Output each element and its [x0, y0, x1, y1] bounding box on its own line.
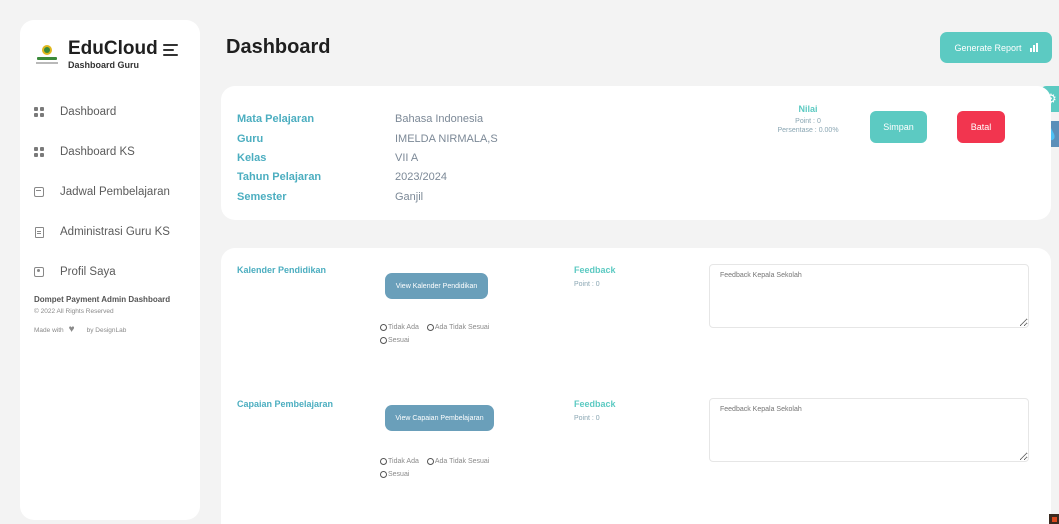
sidebar: EduCloud Dashboard Guru Dashboard Dashbo…: [20, 20, 200, 520]
view-capaian-button[interactable]: View Capaian Pembelajaran: [385, 405, 494, 431]
section-label: Capaian Pembelajaran: [237, 399, 334, 409]
radio-sesuai[interactable]: Sesuai: [380, 337, 409, 344]
brand[interactable]: EduCloud Dashboard Guru: [34, 38, 158, 70]
radio-circle-icon: [426, 324, 434, 331]
sidebar-nav: Dashboard Dashboard KS Jadwal Pembelajar…: [20, 92, 200, 292]
info-value: Bahasa Indonesia: [395, 113, 484, 125]
sidebar-footer: Dompet Payment Admin Dashboard © 2022 Al…: [34, 295, 171, 335]
simpan-button[interactable]: Simpan: [870, 111, 927, 143]
sidebar-item-profil-saya[interactable]: Profil Saya: [20, 252, 200, 292]
radio-circle-icon: [380, 471, 387, 478]
sidebar-item-label: Jadwal Pembelajaran: [60, 186, 170, 198]
radio-label: Tidak Ada: [388, 458, 419, 465]
radio-label: Ada Tidak Sesuai: [434, 458, 490, 465]
feedback-title: Feedback: [574, 399, 616, 409]
view-kalender-button[interactable]: View Kalender Pendidikan: [385, 273, 488, 299]
made-with-text: Made with: [34, 326, 64, 334]
profile-icon: [34, 267, 44, 277]
radio-tidak-ada[interactable]: Tidak Ada: [380, 324, 419, 331]
radio-sesuai[interactable]: Sesuai: [380, 471, 409, 478]
feedback-kepala-sekolah-textarea[interactable]: [709, 264, 1029, 328]
info-row: Tahun Pelajaran 2023/2024: [237, 171, 447, 183]
document-icon: [34, 226, 44, 238]
info-label: Mata Pelajaran: [237, 113, 315, 125]
brand-title: EduCloud: [68, 38, 158, 59]
radio-ada-tidak-sesuai[interactable]: Ada Tidak Sesuai: [426, 324, 490, 331]
sidebar-item-label: Dashboard KS: [60, 146, 135, 158]
calendar-icon: [34, 187, 44, 197]
page-title: Dashboard: [226, 36, 331, 58]
nilai-title: Nilai: [798, 104, 818, 114]
radio-circle-icon: [380, 458, 387, 465]
info-value: 2023/2024: [395, 171, 447, 183]
sidebar-item-dashboard-ks[interactable]: Dashboard KS: [20, 132, 200, 172]
grid-icon: [34, 147, 44, 157]
info-value: VII A: [395, 152, 419, 164]
radio-label: Sesuai: [388, 337, 410, 344]
footer-copyright: © 2022 All Rights Reserved: [34, 308, 114, 315]
info-label: Tahun Pelajaran: [237, 171, 322, 183]
radio-circle-icon: [380, 324, 387, 331]
generate-report-label: Generate Report: [954, 42, 1022, 53]
assessment-radio-group: Tidak Ada Ada Tidak Sesuai Sesuai: [380, 458, 497, 484]
subject-info-card: Mata Pelajaran Bahasa Indonesia Guru IME…: [221, 86, 1051, 220]
footer-made-with: Made with ♥ by DesignLab: [34, 324, 170, 335]
assessment-radio-group: Tidak Ada Ada Tidak Sesuai Sesuai: [380, 324, 497, 350]
heart-icon: ♥: [68, 324, 75, 335]
radio-circle-icon: [426, 458, 434, 465]
sidebar-item-dashboard[interactable]: Dashboard: [20, 92, 200, 132]
radio-ada-tidak-sesuai[interactable]: Ada Tidak Sesuai: [426, 458, 490, 465]
school-logo-icon: [34, 41, 60, 67]
nilai-point: Point : 0: [795, 118, 821, 125]
radio-label: Ada Tidak Sesuai: [434, 324, 490, 331]
feedback-card: Kalender Pendidikan View Kalender Pendid…: [221, 248, 1051, 524]
sidebar-item-label: Dashboard: [60, 106, 117, 118]
batal-button[interactable]: Batal: [957, 111, 1005, 143]
sidebar-item-label: Profil Saya: [60, 266, 116, 278]
designlab-credit: by DesignLab: [86, 326, 127, 334]
radio-tidak-ada[interactable]: Tidak Ada: [380, 458, 419, 465]
bar-chart-icon: [1029, 43, 1038, 52]
radio-label: Tidak Ada: [388, 324, 419, 331]
grid-icon: [34, 107, 44, 117]
hamburger-menu-icon[interactable]: [163, 44, 178, 56]
info-row: Guru IMELDA NIRMALA,S: [237, 133, 498, 145]
radio-circle-icon: [380, 337, 387, 344]
footer-title: Dompet Payment Admin Dashboard: [34, 295, 171, 304]
info-row: Semester Ganjil: [237, 191, 423, 203]
info-value: IMELDA NIRMALA,S: [395, 133, 498, 145]
feedback-title: Feedback: [574, 265, 616, 275]
radio-label: Sesuai: [388, 471, 410, 478]
sidebar-item-label: Administrasi Guru KS: [60, 226, 170, 238]
info-row: Kelas VII A: [237, 152, 418, 164]
info-row: Mata Pelajaran Bahasa Indonesia: [237, 113, 483, 125]
brand-subtitle: Dashboard Guru: [68, 60, 140, 70]
generate-report-button[interactable]: Generate Report: [940, 32, 1052, 63]
feedback-point: Point : 0: [574, 281, 600, 288]
feedback-kepala-sekolah-textarea[interactable]: [709, 398, 1029, 462]
section-label: Kalender Pendidikan: [237, 265, 327, 275]
corner-badge-icon: [1049, 514, 1059, 524]
sidebar-item-jadwal-pembelajaran[interactable]: Jadwal Pembelajaran: [20, 172, 200, 212]
feedback-point: Point : 0: [574, 415, 600, 422]
nilai-persentase: Persentase : 0.00%: [777, 127, 839, 134]
info-label: Kelas: [237, 152, 267, 164]
info-value: Ganjil: [395, 191, 424, 203]
info-label: Semester: [237, 191, 287, 203]
sidebar-item-administrasi-guru-ks[interactable]: Administrasi Guru KS: [20, 212, 200, 252]
info-label: Guru: [237, 133, 264, 145]
